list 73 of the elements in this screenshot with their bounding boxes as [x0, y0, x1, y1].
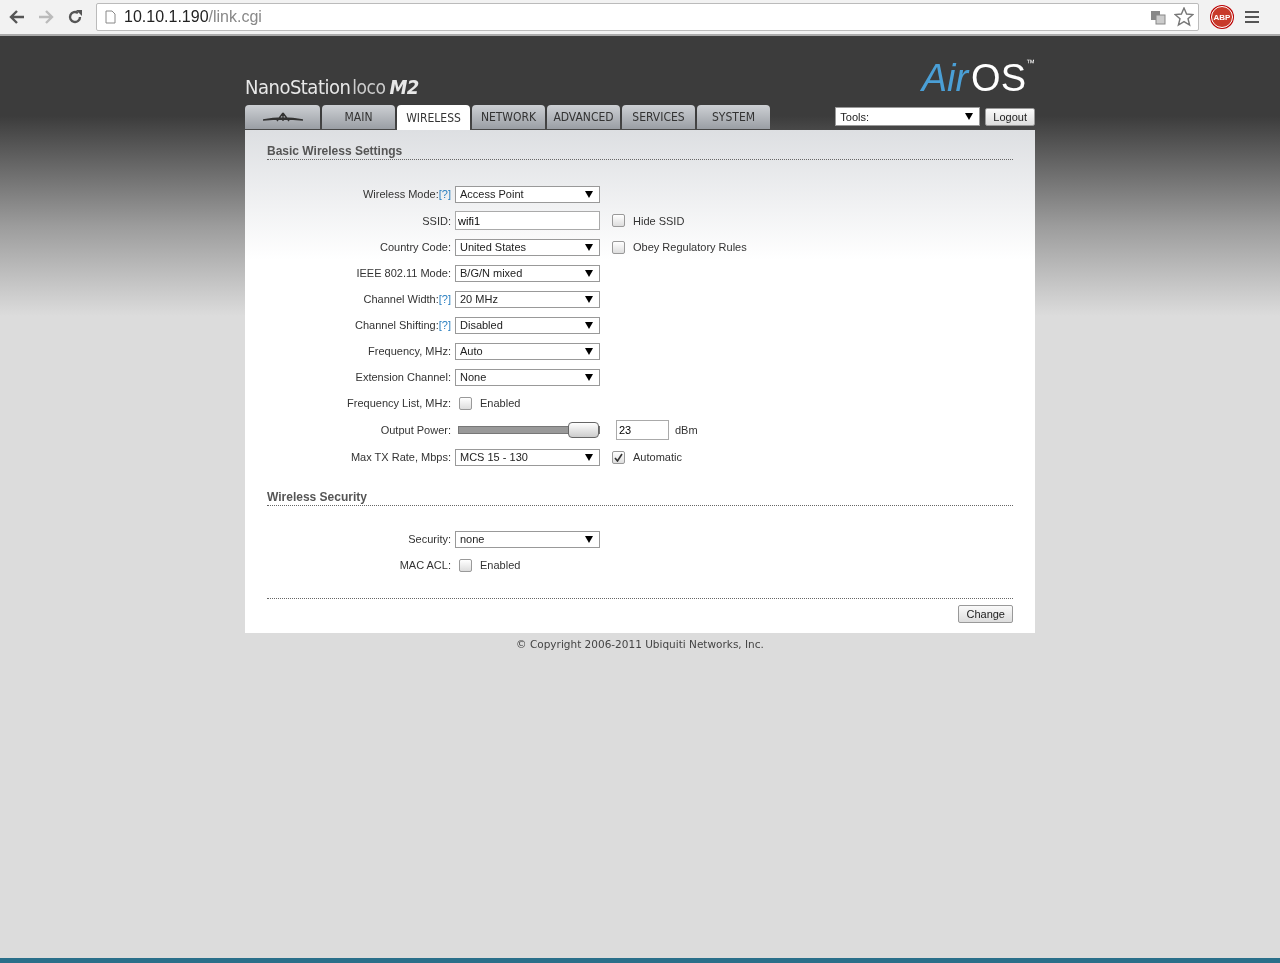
dropdown[interactable]: None: [455, 368, 600, 386]
nav-tab[interactable]: WIRELESS: [397, 105, 470, 130]
product-logo: NanoStation loco M2: [245, 75, 419, 99]
tools-dropdown[interactable]: Tools:: [835, 107, 981, 126]
airos-logo: AirOS$^{™}$: [921, 59, 1035, 97]
dropdown-arrow-icon: [585, 347, 593, 355]
change-button[interactable]: Change: [958, 605, 1013, 623]
field-label: Channel Shifting:: [355, 319, 439, 331]
back-icon[interactable]: [9, 10, 25, 24]
power-field[interactable]: 23: [616, 420, 669, 440]
checkbox[interactable]: [612, 450, 625, 464]
text-field[interactable]: wifi1: [455, 211, 600, 230]
nav-tab[interactable]: ADVANCED: [547, 105, 620, 129]
dropdown-arrow-icon: [585, 295, 593, 303]
checkbox[interactable]: [459, 396, 472, 410]
dropdown-arrow-icon: [585, 453, 593, 461]
checkbox-label: Enabled: [480, 397, 521, 409]
section-title: Basic Wireless Settings: [267, 144, 1013, 160]
dropdown[interactable]: Disabled: [455, 316, 600, 334]
nav-tab[interactable]: MAIN: [322, 105, 395, 129]
translate-icon[interactable]: [1150, 9, 1166, 25]
address-bar[interactable]: 10.10.1.190/link.cgi: [96, 3, 1199, 31]
dropdown[interactable]: MCS 15 - 130: [455, 448, 600, 466]
dropdown-arrow-icon: [585, 269, 593, 277]
logo-tab[interactable]: [245, 105, 320, 129]
field-label: MAC ACL:: [399, 559, 451, 571]
dropdown[interactable]: B/G/N mixed: [455, 264, 600, 282]
copyright-text: © Copyright 2006-2011 Ubiquiti Networks, Inc.: [515, 637, 765, 650]
logout-button[interactable]: Logout: [985, 107, 1035, 126]
slider-thumb[interactable]: [568, 422, 599, 438]
field-label: Channel Width:: [363, 293, 439, 305]
nav-tab[interactable]: SYSTEM: [697, 105, 770, 129]
field-label: Output Power:: [380, 424, 451, 436]
checkbox[interactable]: [612, 240, 625, 254]
help-link[interactable]: [?]: [438, 319, 451, 331]
ubiquiti-logo-icon: [262, 112, 303, 122]
dropdown[interactable]: 20 MHz: [455, 290, 600, 308]
checkbox[interactable]: [459, 558, 472, 572]
dropdown[interactable]: Auto: [455, 342, 600, 360]
adblock-extension-button[interactable]: ABP: [1211, 6, 1233, 28]
dropdown-arrow-icon: [585, 321, 593, 329]
field-label: Extension Channel:: [355, 371, 451, 383]
section-title: Wireless Security: [267, 490, 1013, 506]
star-icon[interactable]: [1174, 7, 1194, 27]
checkbox-label: Obey Regulatory Rules: [633, 241, 747, 253]
dropdown-arrow-icon: [965, 113, 974, 120]
field-label: Max TX Rate, Mbps:: [350, 451, 451, 463]
help-link[interactable]: [?]: [438, 293, 451, 305]
dropdown[interactable]: none: [455, 530, 600, 548]
field-label: Country Code:: [380, 241, 451, 253]
nav-tab[interactable]: NETWORK: [472, 105, 545, 129]
page-icon: [105, 10, 116, 24]
field-label: Frequency, MHz:: [368, 345, 451, 357]
dropdown-arrow-icon: [585, 535, 593, 543]
unit-label: dBm: [675, 424, 698, 436]
checkbox-label: Automatic: [633, 451, 682, 463]
dropdown[interactable]: Access Point: [455, 185, 600, 203]
nav-tab[interactable]: SERVICES: [622, 105, 695, 129]
checkbox-label: Enabled: [480, 559, 521, 571]
dropdown-arrow-icon: [585, 243, 593, 251]
dropdown-arrow-icon: [585, 373, 593, 381]
reload-icon[interactable]: [67, 9, 83, 25]
checkbox-label: Hide SSID: [633, 214, 685, 227]
dropdown-arrow-icon: [585, 190, 593, 198]
field-label: IEEE 802.11 Mode:: [356, 267, 451, 279]
field-label: SSID:: [422, 214, 451, 227]
dropdown[interactable]: United States: [455, 238, 600, 256]
field-label: Security:: [408, 533, 451, 545]
checkbox[interactable]: [612, 214, 625, 227]
menu-icon[interactable]: [1245, 11, 1259, 23]
field-label: Wireless Mode:: [362, 188, 439, 200]
field-label: Frequency List, MHz:: [347, 397, 451, 409]
help-link[interactable]: [?]: [438, 188, 451, 200]
